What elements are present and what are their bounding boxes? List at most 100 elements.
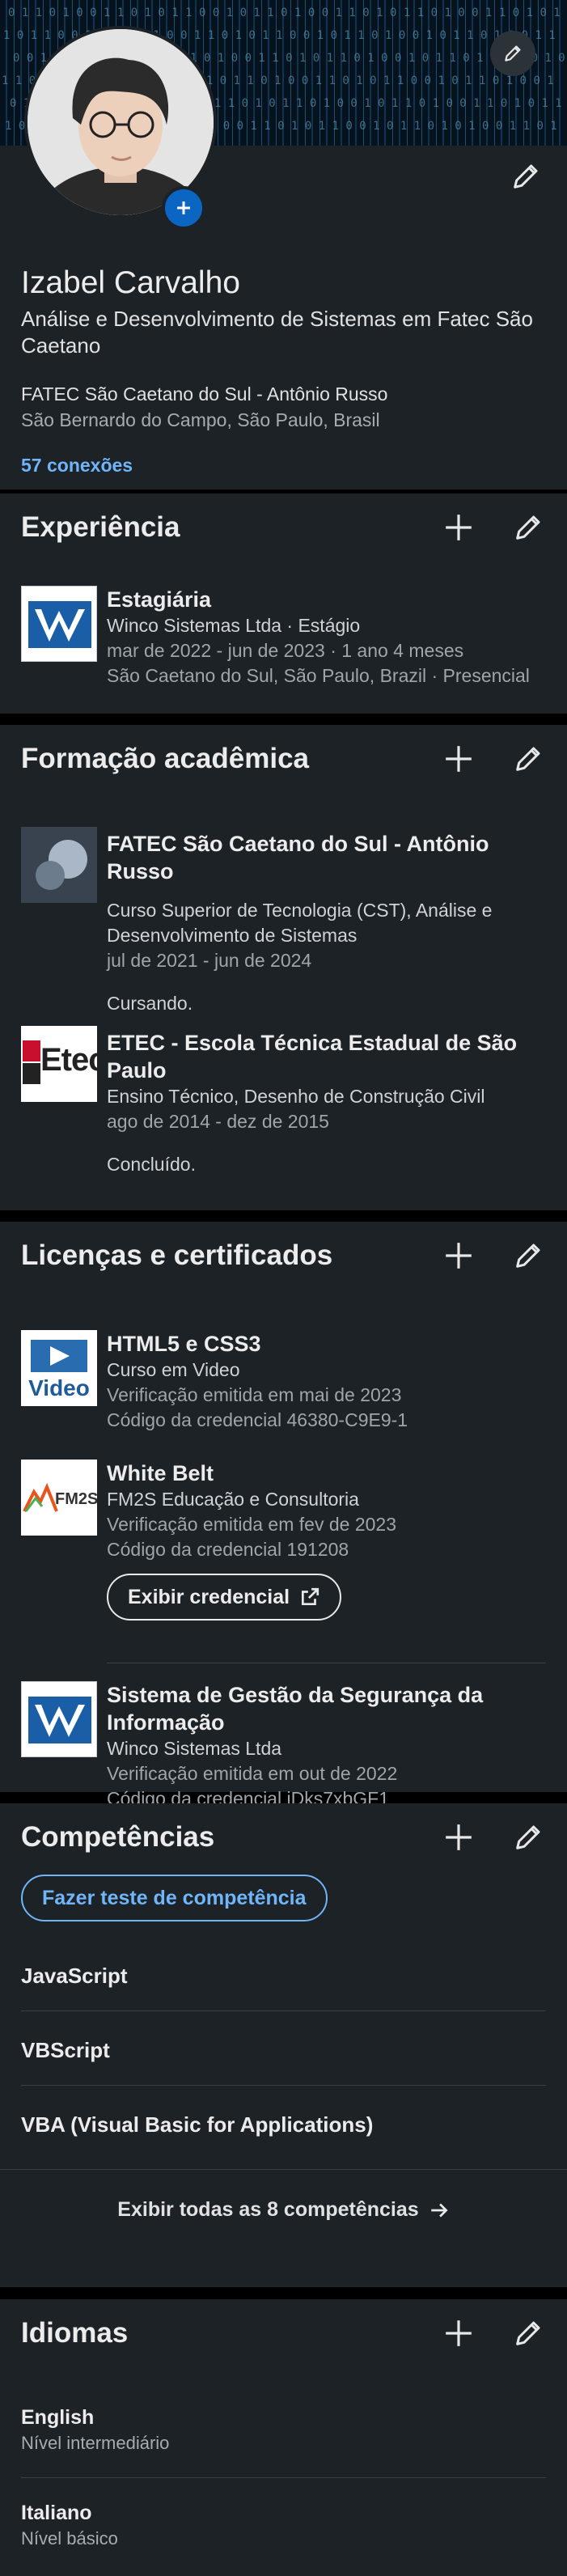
skills-section: Competências Fazer teste de competência …	[0, 1803, 567, 2287]
profile-edit-button[interactable]	[508, 159, 544, 194]
add-education-button[interactable]	[441, 741, 476, 777]
connections-link[interactable]: 57 conexões	[21, 455, 133, 477]
show-credential-button[interactable]: Exibir credencial	[107, 1574, 342, 1621]
skills-title: Competências	[21, 1821, 215, 1853]
add-skill-button[interactable]	[441, 1820, 476, 1855]
add-plus-icon	[446, 1243, 472, 1269]
language-name: Italiano	[21, 2502, 92, 2524]
add-language-button[interactable]	[441, 2315, 476, 2351]
profile-school[interactable]: FATEC São Caetano do Sul - Antônio Russo	[21, 383, 387, 405]
experience-section: Experiência Estagiária Winco Sistemas Lt…	[0, 494, 567, 714]
language-level: Nível básico	[21, 2528, 118, 2548]
profile-card: 0 1 1 0 1 0 0 1 1 0 1 0 1 1 0 0 1 0 1 1 …	[0, 0, 567, 489]
profile-headline: Análise e Desenvolvimento de Sistemas em…	[21, 307, 533, 358]
edit-pencil-icon	[505, 45, 521, 61]
show-all-skills-label: Exibir todas as 8 competências	[117, 2198, 419, 2221]
education-degree: Ensino Técnico, Desenho de Construção Ci…	[107, 1086, 485, 1107]
skill-item[interactable]: VBScript	[21, 2038, 110, 2063]
license-issuer: Winco Sistemas Ltda	[107, 1738, 282, 1759]
license-issued: Verificação emitida em out de 2022	[107, 1763, 398, 1784]
language-item[interactable]: Italiano Nível básico	[21, 2502, 118, 2549]
winco-logo	[21, 586, 97, 662]
arrow-right-icon	[430, 2202, 448, 2218]
education-item[interactable]: FATEC São Caetano do Sul - Antônio Russo…	[21, 827, 546, 1014]
profile-location: São Bernardo do Campo, São Paulo, Brasil	[21, 409, 380, 430]
license-issued: Verificação emitida em mai de 2023	[107, 1384, 402, 1405]
experience-title: Experiência	[21, 511, 180, 543]
add-plus-icon	[446, 1824, 472, 1850]
profile-page: 0 1 1 0 1 0 0 1 1 0 1 0 1 1 0 0 1 0 1 1 …	[0, 0, 567, 2576]
education-title: Formação acadêmica	[21, 743, 310, 774]
add-license-button[interactable]	[441, 1238, 476, 1273]
edit-skills-button[interactable]	[510, 1820, 546, 1855]
experience-dates: mar de 2022 - jun de 2023 · 1 ano 4 mese…	[107, 640, 464, 661]
edit-pencil-icon	[516, 747, 540, 771]
license-item[interactable]: Sistema de Gestão da Segurança da Inform…	[21, 1681, 546, 1809]
experience-place: São Caetano do Sul, São Paulo, Brazil · …	[107, 665, 530, 686]
external-link-icon	[302, 1587, 319, 1606]
banner-edit-button[interactable]	[490, 31, 535, 76]
fm2s-logo: FM2S	[21, 1460, 97, 1536]
skill-divider	[21, 2010, 546, 2011]
licenses-title: Licenças e certificados	[21, 1239, 333, 1271]
show-credential-label: Exibir credencial	[128, 1585, 290, 1608]
add-plus-icon	[446, 746, 472, 772]
edit-pencil-icon	[514, 164, 538, 189]
fm2s-logo-text: FM2S	[55, 1490, 97, 1508]
skill-item[interactable]: VBA (Visual Basic for Applications)	[21, 2112, 373, 2137]
license-item[interactable]: FM2S White Belt FM2S Educação e Consulto…	[21, 1460, 546, 1638]
languages-title: Idiomas	[21, 2317, 129, 2349]
profile-name: Izabel Carvalho	[21, 265, 240, 300]
experience-role: Estagiária	[107, 587, 212, 612]
add-plus-icon	[177, 201, 190, 214]
license-issuer: Curso em Video	[107, 1359, 240, 1380]
add-plus-icon	[446, 515, 472, 540]
show-all-skills-link[interactable]: Exibir todas as 8 competências	[0, 2198, 567, 2222]
languages-section: Idiomas English Nível intermediário Ital…	[0, 2299, 567, 2576]
language-item[interactable]: English Nível intermediário	[21, 2406, 169, 2454]
license-name: Sistema de Gestão da Segurança da Inform…	[107, 1683, 484, 1735]
education-note: Cursando.	[107, 993, 193, 1014]
experience-item[interactable]: Estagiária Winco Sistemas Ltda · Estágio…	[21, 586, 546, 699]
edit-licenses-button[interactable]	[510, 1238, 546, 1273]
curso-em-video-logo: Video	[21, 1330, 97, 1406]
license-item[interactable]: Video HTML5 e CSS3 Curso em Video Verifi…	[21, 1330, 546, 1443]
skill-divider	[0, 2169, 567, 2170]
education-section: Formação acadêmica FATEC São Caetano do …	[0, 725, 567, 1210]
edit-pencil-icon	[516, 2321, 540, 2345]
license-issued: Verificação emitida em fev de 2023	[107, 1514, 396, 1535]
etec-logo: Etec	[21, 1026, 97, 1102]
edit-pencil-icon	[516, 515, 540, 540]
education-degree: Curso Superior de Tecnologia (CST), Anál…	[107, 900, 493, 946]
edit-education-button[interactable]	[510, 741, 546, 777]
edit-pencil-icon	[516, 1244, 540, 1268]
language-name: English	[21, 2406, 95, 2429]
license-name: HTML5 e CSS3	[107, 1332, 261, 1356]
licenses-section: Licenças e certificados Video HTML5 e CS	[0, 1222, 567, 1809]
education-school: ETEC - Escola Técnica Estadual de São Pa…	[107, 1031, 518, 1083]
education-dates: jul de 2021 - jun de 2024	[107, 950, 312, 971]
etec-logo-text: Etec	[40, 1042, 97, 1078]
skill-item[interactable]: JavaScript	[21, 1964, 128, 1989]
edit-experience-button[interactable]	[510, 510, 546, 545]
license-credential: Código da credencial 191208	[107, 1539, 349, 1560]
add-plus-icon	[446, 2320, 472, 2346]
education-school: FATEC São Caetano do Sul - Antônio Russo	[107, 832, 489, 883]
edit-pencil-icon	[516, 1825, 540, 1849]
experience-company: Winco Sistemas Ltda · Estágio	[107, 615, 361, 636]
winco-logo	[21, 1681, 97, 1757]
add-photo-button[interactable]	[162, 186, 205, 230]
skill-test-button[interactable]: Fazer teste de competência	[21, 1875, 328, 1921]
edit-languages-button[interactable]	[510, 2315, 546, 2351]
svg-text:0 1 1 0 1 0 0 1 1 0 1 0 1 1 0: 0 1 1 0 1 0 0 1 1 0 1 0 1 1 0 0 1 0 1 1 …	[8, 6, 561, 19]
fatec-logo	[21, 827, 97, 903]
language-divider	[21, 2477, 546, 2478]
add-experience-button[interactable]	[441, 510, 476, 545]
curso-em-video-logo-text: Video	[28, 1375, 90, 1400]
license-name: White Belt	[107, 1461, 214, 1485]
education-item[interactable]: Etec ETEC - Escola Técnica Estadual de S…	[21, 1026, 546, 1196]
license-credential: Código da credencial 46380-C9E9-1	[107, 1409, 408, 1430]
language-level: Nível intermediário	[21, 2433, 170, 2453]
skill-test-label: Fazer teste de competência	[42, 1886, 307, 1909]
license-issuer: FM2S Educação e Consultoria	[107, 1489, 359, 1510]
